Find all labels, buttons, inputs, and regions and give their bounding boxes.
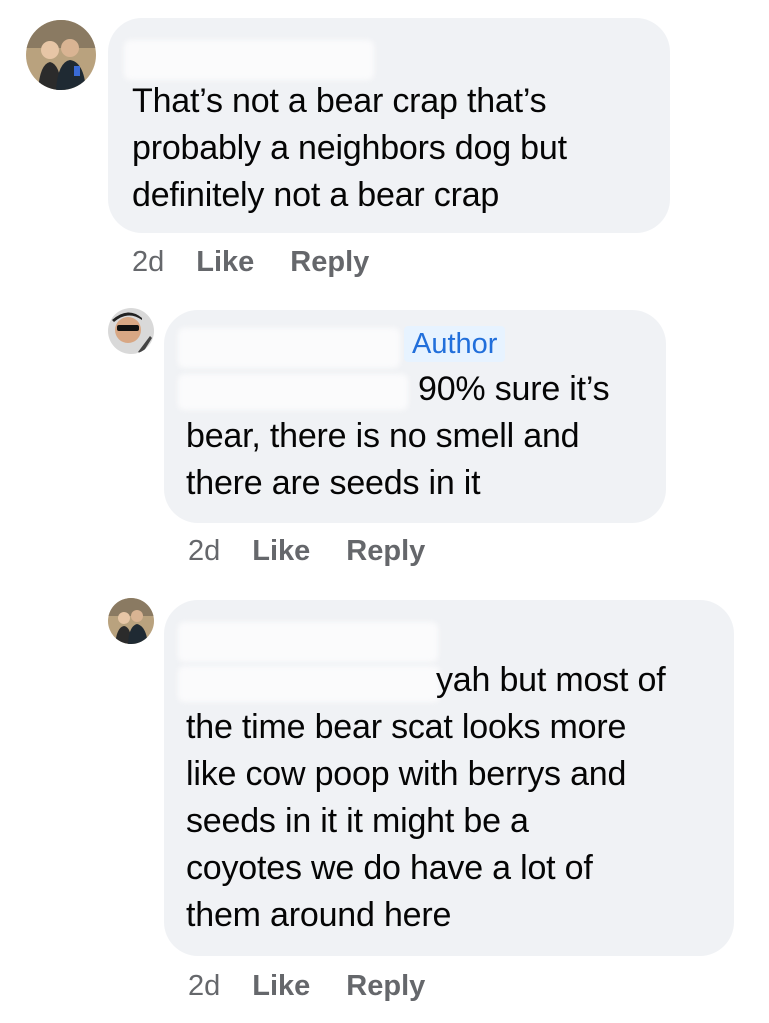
comment-text: the time bear scat looks more like cow p…	[186, 708, 627, 934]
comment-thread: That’s not a bear crap that’s probably a…	[0, 0, 769, 1023]
reply-button[interactable]: Reply	[346, 970, 425, 1003]
comment-bubble: Author 90% sure it’s bear, there is no s…	[164, 310, 666, 523]
comment-actions: 2d Like Reply	[132, 246, 405, 279]
redacted-tag	[178, 374, 408, 410]
author-avatar[interactable]	[108, 308, 154, 354]
commenter-avatar[interactable]	[26, 20, 96, 90]
reply-button[interactable]: Reply	[290, 246, 369, 279]
reply-button[interactable]: Reply	[346, 535, 425, 568]
comment-text-first-line: yah but most of	[436, 661, 666, 699]
redacted-tag	[178, 666, 440, 702]
author-badge: Author	[404, 326, 506, 362]
commenter-avatar[interactable]	[108, 598, 154, 644]
comment-timestamp: 2d	[188, 970, 221, 1002]
like-button[interactable]: Like	[196, 246, 254, 279]
comment-timestamp: 2d	[188, 535, 221, 567]
redacted-name	[178, 622, 438, 662]
comment-bubble: That’s not a bear crap that’s probably a…	[108, 18, 670, 233]
redacted-name	[178, 328, 400, 368]
comment-actions: 2d Like Reply	[188, 535, 461, 568]
comment-text: bear, there is no smell and there are se…	[186, 417, 580, 502]
comment-bubble: yah but most of the time bear scat looks…	[164, 600, 734, 956]
comment-timestamp: 2d	[132, 246, 165, 278]
comment-text-first-line: 90% sure it’s	[418, 370, 610, 408]
like-button[interactable]: Like	[252, 535, 310, 568]
comment-text: That’s not a bear crap that’s probably a…	[132, 82, 567, 214]
redacted-name	[124, 40, 374, 80]
comment-actions: 2d Like Reply	[188, 970, 461, 1003]
like-button[interactable]: Like	[252, 970, 310, 1003]
